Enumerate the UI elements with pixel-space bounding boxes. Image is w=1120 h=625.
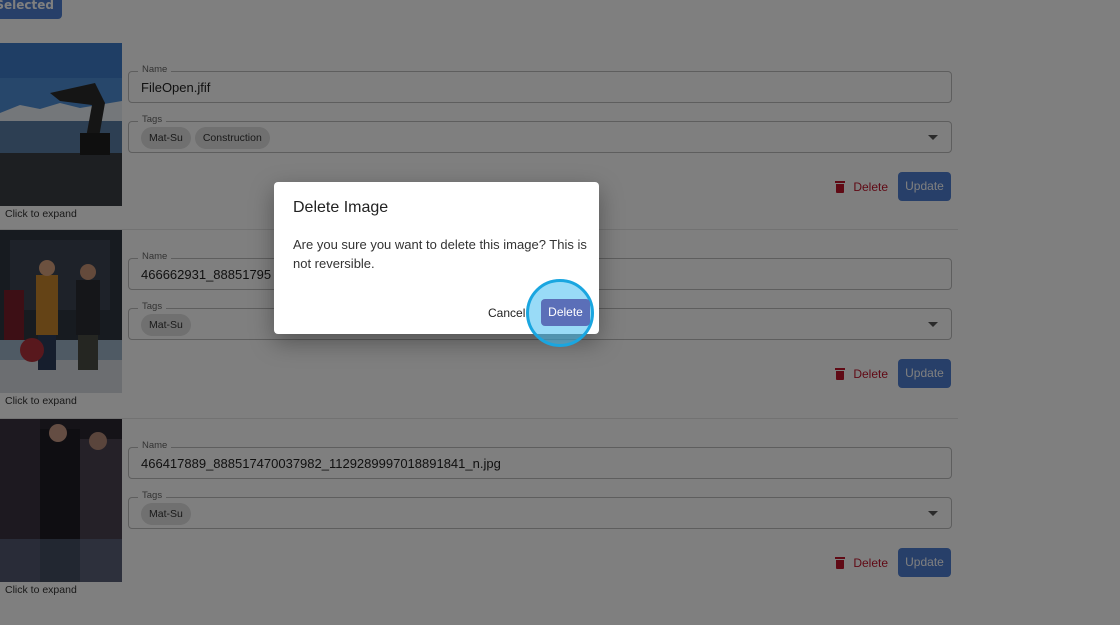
cancel-button[interactable]: Cancel <box>488 306 525 320</box>
confirm-delete-button[interactable]: Delete <box>541 299 590 326</box>
page: t Selected Click to expand Name FileOpen… <box>0 0 1120 625</box>
dialog-title: Delete Image <box>293 199 389 216</box>
delete-image-dialog: Delete Image Are you sure you want to de… <box>274 182 599 334</box>
dialog-message: Are you sure you want to delete this ima… <box>293 237 587 271</box>
